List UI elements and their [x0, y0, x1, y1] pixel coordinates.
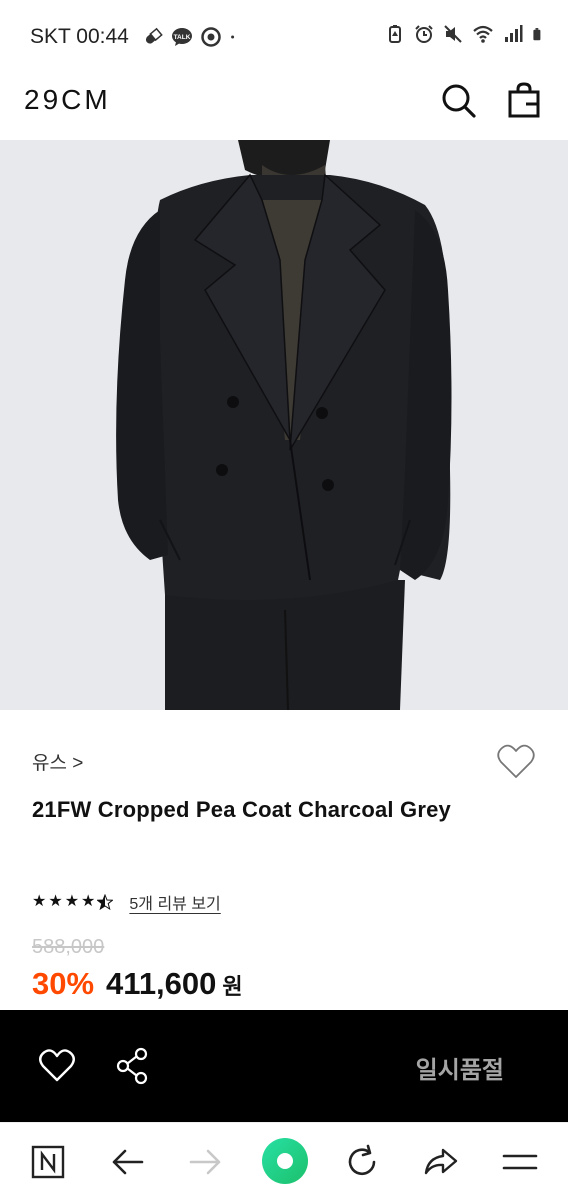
battery-icon	[533, 28, 541, 41]
sale-price-row: 30% 411,600 원	[32, 966, 243, 1002]
brand-logo[interactable]: 29CM	[24, 84, 111, 116]
sale-price: 411,600	[106, 966, 217, 1001]
share-arrow-icon[interactable]	[419, 1140, 463, 1184]
product-title: 21FW Cropped Pea Coat Charcoal Grey	[32, 797, 451, 822]
brand-link[interactable]: 유스 >	[32, 748, 83, 775]
dot-icon	[230, 35, 234, 39]
wifi-icon	[473, 25, 493, 43]
star-icon: ★	[32, 893, 47, 910]
status-right	[385, 24, 546, 44]
coat-photo	[0, 140, 568, 710]
chrome-icon	[201, 27, 221, 47]
star-icon: ★	[48, 893, 63, 910]
share-icon[interactable]	[113, 1046, 153, 1086]
sold-out-button[interactable]: 일시품절	[416, 1050, 504, 1085]
currency-unit: 원	[222, 974, 243, 999]
review-link[interactable]: 5개 리뷰 보기	[129, 890, 220, 914]
mute-icon	[444, 25, 462, 43]
star-icon: ★	[81, 893, 96, 910]
signal-icon	[505, 25, 523, 42]
pill-icon	[145, 27, 163, 44]
green-orb-icon[interactable]	[260, 1136, 310, 1186]
purchase-action-bar: 일시품절	[0, 1010, 568, 1122]
browser-nav-bar	[0, 1122, 568, 1201]
discount-rate: 30%	[32, 966, 95, 1001]
original-price: 588,000	[32, 936, 105, 958]
battery-saver-icon	[389, 25, 401, 43]
svg-text:TALK: TALK	[173, 34, 190, 41]
alarm-icon	[415, 25, 433, 43]
shopping-bag-icon[interactable]	[504, 80, 544, 120]
refresh-icon[interactable]	[340, 1140, 384, 1184]
app-header: 29CM	[0, 72, 568, 140]
wishlist-heart-icon[interactable]	[496, 742, 536, 782]
forward-arrow-icon[interactable]	[184, 1140, 228, 1184]
rating-row: ★ ★ ★ ★ 5개 리뷰 보기	[32, 890, 221, 914]
back-arrow-icon[interactable]	[105, 1140, 149, 1184]
status-left: SKT 00:44 TALK	[30, 25, 241, 49]
status-bar: SKT 00:44 TALK	[0, 0, 568, 72]
star-icon: ★	[64, 893, 80, 910]
search-icon[interactable]	[438, 80, 478, 120]
talk-bubble-icon: TALK	[171, 28, 192, 46]
menu-icon[interactable]	[498, 1140, 542, 1184]
carrier-time: SKT 00:44	[30, 25, 129, 48]
half-star-icon	[97, 894, 114, 910]
product-image[interactable]	[0, 140, 568, 710]
n-home-icon[interactable]	[26, 1140, 70, 1184]
heart-icon[interactable]	[37, 1046, 77, 1086]
